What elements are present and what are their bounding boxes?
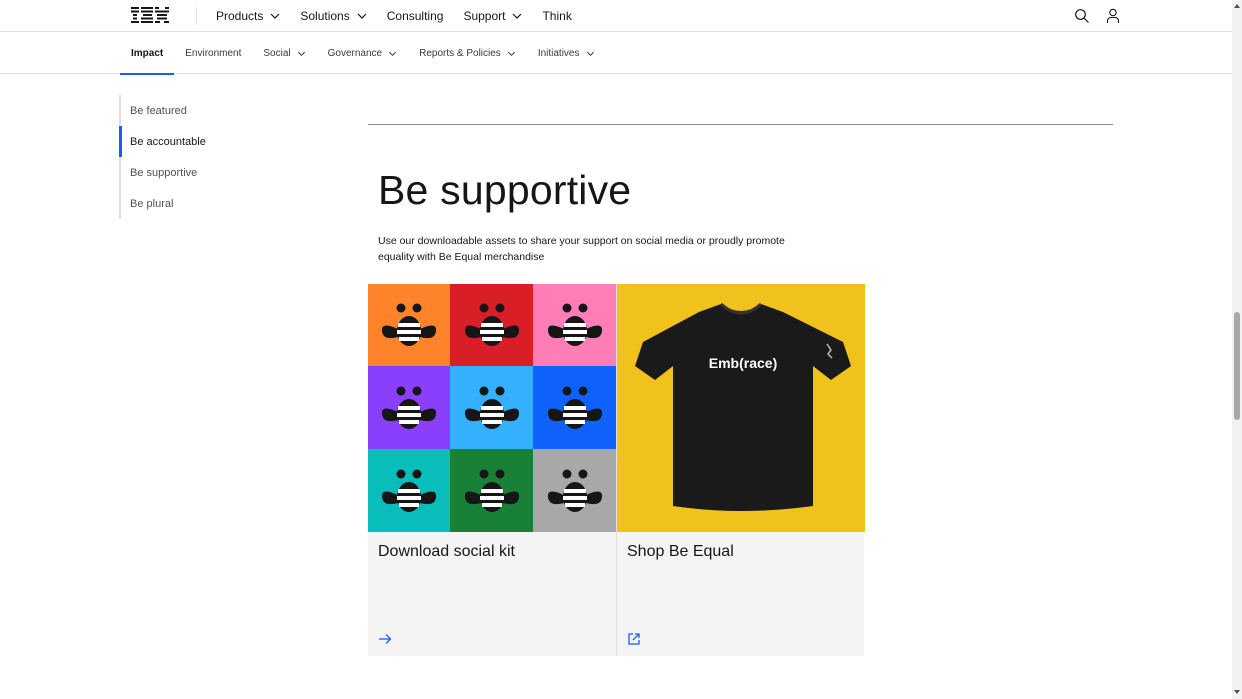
masthead-solutions-label: Solutions [300, 9, 350, 23]
scrollbar-thumb[interactable] [1234, 312, 1240, 420]
card-title: Shop Be Equal [627, 543, 734, 560]
bee-tile [450, 284, 533, 366]
masthead-divider [196, 7, 197, 25]
bee-icon [381, 386, 437, 429]
bee-tile [450, 449, 533, 532]
bee-tile [368, 284, 450, 366]
tab-social[interactable]: Social [252, 32, 316, 74]
bee-grid-image [368, 284, 616, 532]
bee-tile [533, 366, 616, 449]
masthead-solutions[interactable]: Solutions [290, 0, 376, 32]
toc-item-label: Be accountable [130, 135, 206, 148]
tab-reports-policies-label: Reports & Policies [419, 47, 501, 59]
download-social-kit-card[interactable]: Download social kit [368, 284, 616, 656]
bee-icon [547, 469, 602, 512]
masthead-products-label: Products [216, 9, 264, 23]
table-of-contents: Be featured Be accountable Be supportive… [119, 95, 319, 219]
toc-item-label: Be plural [130, 197, 174, 210]
bee-tile [368, 366, 450, 449]
masthead-think-label: Think [542, 9, 572, 23]
scroll-down-arrow-icon[interactable] [1233, 688, 1241, 696]
chevron-down-icon [507, 51, 515, 56]
chevron-down-icon [357, 13, 367, 19]
chevron-down-icon [513, 13, 522, 19]
launch-icon[interactable] [627, 632, 641, 646]
card-title: Download social kit [378, 543, 515, 560]
tab-environment-label: Environment [185, 47, 242, 59]
masthead-products[interactable]: Products [206, 0, 290, 32]
tab-reports-policies[interactable]: Reports & Policies [408, 32, 527, 74]
scroll-up-arrow-icon[interactable] [1233, 2, 1241, 10]
tab-governance[interactable]: Governance [317, 32, 408, 74]
l1-nav: Impact Environment Social Governance Rep… [0, 32, 1232, 75]
tab-social-label: Social [263, 47, 291, 59]
masthead-consulting-label: Consulting [386, 9, 444, 23]
toc-item-be-featured[interactable]: Be featured [121, 95, 319, 126]
chevron-down-icon [297, 51, 305, 56]
user-icon[interactable] [1105, 8, 1121, 24]
bee-tile [533, 449, 616, 532]
bee-icon [381, 303, 437, 346]
masthead-support-label: Support [463, 9, 506, 23]
bee-icon [381, 469, 437, 512]
section-heading: Be supportive [378, 167, 632, 213]
bee-icon [464, 386, 519, 429]
masthead-consulting[interactable]: Consulting [377, 0, 454, 32]
section-divider [368, 124, 1113, 125]
tab-initiatives[interactable]: Initiatives [527, 32, 606, 74]
tshirt-background: Emb(race) [617, 284, 865, 532]
tab-initiatives-label: Initiatives [537, 47, 580, 59]
masthead-nav: Products Solutions Consulting Support Th… [206, 0, 582, 32]
toc-item-be-plural[interactable]: Be plural [121, 188, 319, 219]
bee-icon [547, 386, 602, 429]
chevron-down-icon [389, 51, 397, 56]
shop-be-equal-card[interactable]: Emb(race) Shop Be Equal [616, 284, 865, 656]
bee-icon [547, 303, 602, 346]
section-lede: Use our downloadable assets to share you… [378, 235, 785, 263]
bee-icon [464, 303, 519, 346]
tab-impact[interactable]: Impact [120, 32, 175, 75]
chevron-down-icon [270, 13, 280, 19]
toc-item-be-supportive[interactable]: Be supportive [121, 157, 319, 188]
tab-impact-label: Impact [131, 47, 164, 59]
masthead: Products Solutions Consulting Support Th… [0, 0, 1232, 32]
masthead-support[interactable]: Support [453, 0, 532, 32]
bee-icon [464, 469, 519, 512]
tshirt-icon [635, 302, 851, 511]
ibm-logo[interactable] [131, 7, 169, 23]
tshirt-print-text: Emb(race) [708, 355, 778, 371]
tab-environment[interactable]: Environment [174, 32, 252, 74]
chevron-down-icon [586, 51, 594, 56]
bee-tile [368, 449, 450, 532]
bee-tile [450, 366, 533, 449]
page-scrollbar[interactable] [1232, 0, 1242, 699]
arrow-right-icon[interactable] [378, 632, 392, 646]
bee-tile [533, 284, 616, 366]
toc-item-be-accountable[interactable]: Be accountable [119, 126, 319, 157]
masthead-think[interactable]: Think [532, 0, 581, 32]
toc-item-label: Be supportive [130, 166, 198, 179]
toc-item-label: Be featured [130, 104, 187, 117]
tab-governance-label: Governance [327, 47, 383, 59]
search-icon[interactable] [1074, 8, 1090, 24]
bee-grid [368, 284, 616, 532]
tshirt-image: Emb(race) [617, 284, 865, 532]
